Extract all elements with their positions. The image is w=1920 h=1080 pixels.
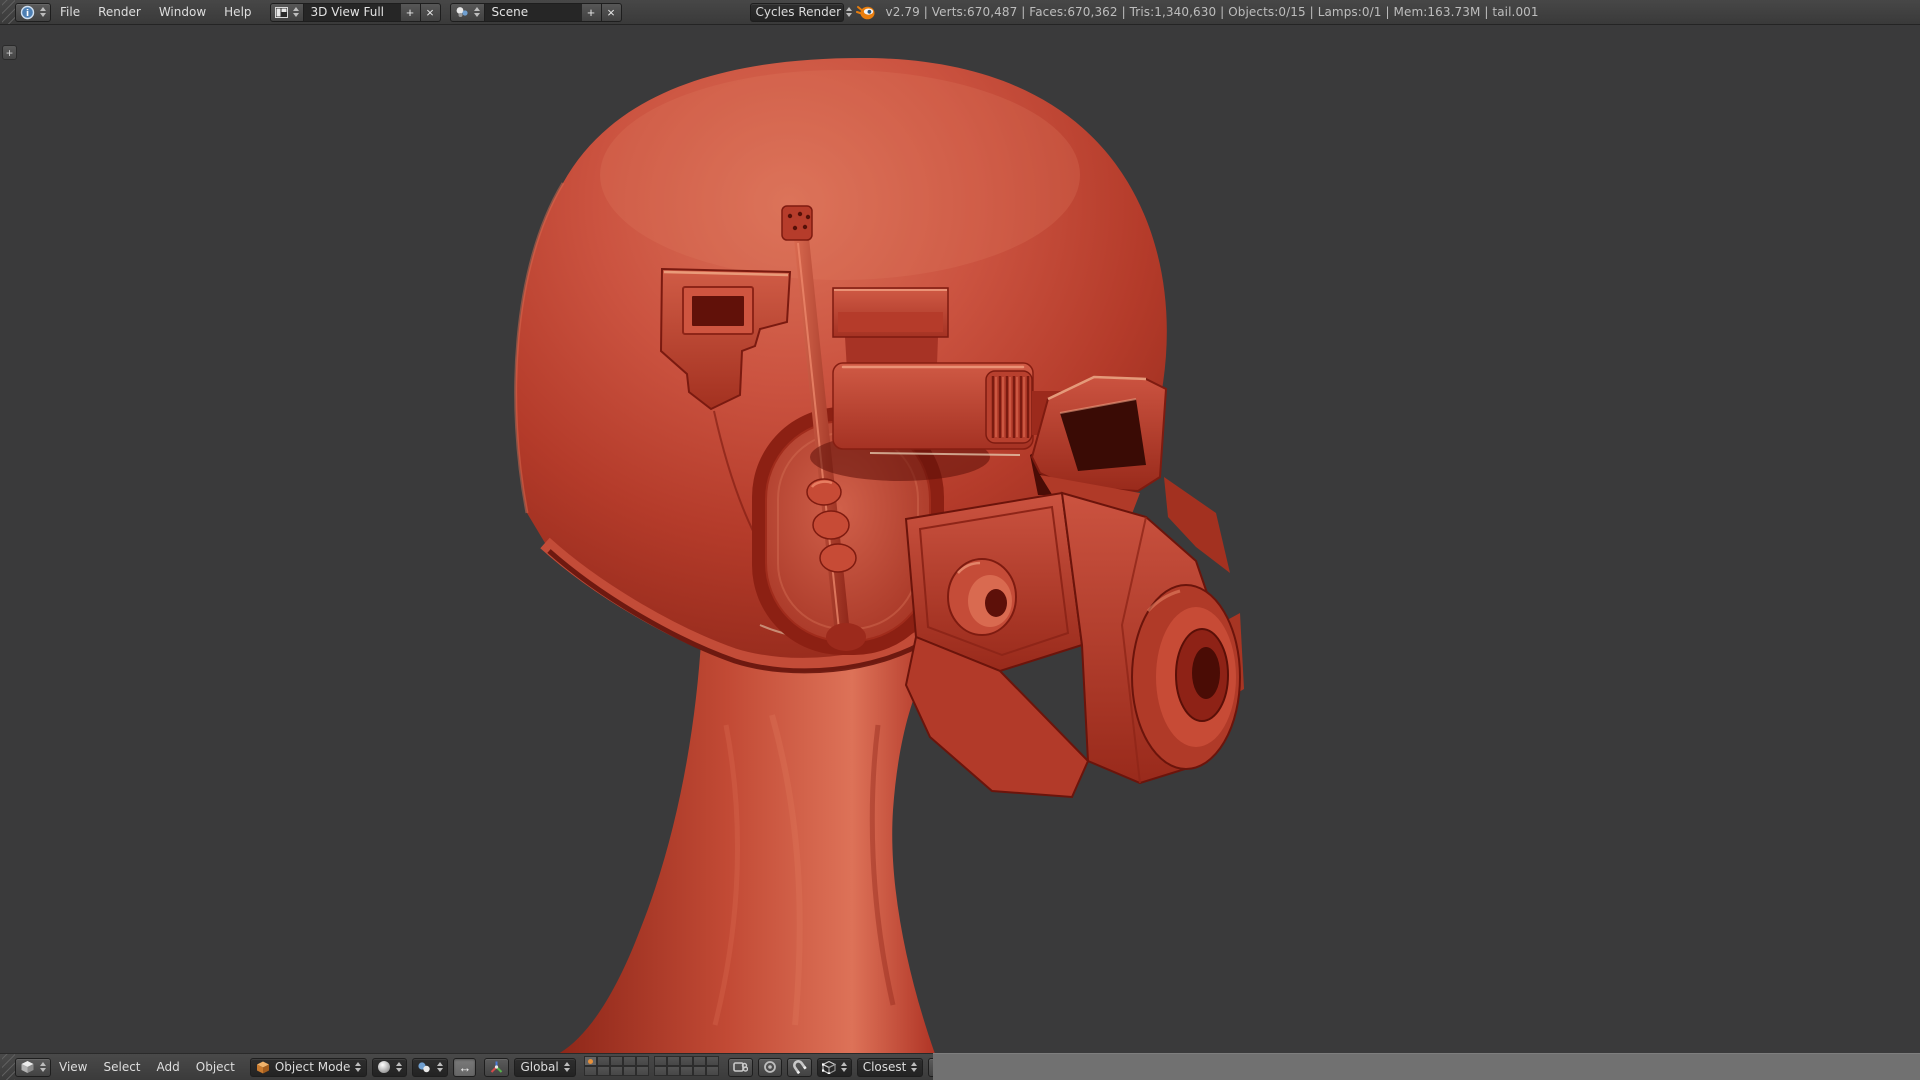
transform-orientation-dropdown[interactable]: Global (514, 1057, 576, 1077)
layer-toggle[interactable] (596, 1056, 610, 1066)
screen-layout-icon (274, 6, 288, 18)
region-expand-button[interactable]: + (2, 45, 17, 60)
model-3d-render[interactable] (0, 25, 1920, 1053)
editor-type-button-info[interactable]: i (15, 2, 51, 22)
viewport-header-bar: View Select Add Object Object Mode ↔ Glo… (0, 1053, 1920, 1080)
layer-toggle[interactable] (583, 1066, 597, 1076)
info-editor-icon: i (20, 5, 35, 19)
pivot-point-dropdown[interactable] (412, 1057, 449, 1077)
layer-toggle[interactable] (653, 1056, 667, 1066)
blender-window: i File Render Window Help 3D View Full + × (0, 0, 1920, 1080)
render-engine-dropdown[interactable]: Cycles Render (749, 2, 853, 22)
layout-add-button[interactable]: + (400, 2, 421, 22)
viewport-menu-item[interactable]: Select (95, 1054, 148, 1080)
scene-delete-button[interactable]: × (601, 2, 622, 22)
viewport-menu-item[interactable]: View (51, 1054, 95, 1080)
snap-target-value: Closest (862, 1060, 907, 1074)
layout-browse-button[interactable] (269, 2, 304, 22)
layer-toggle[interactable] (653, 1066, 667, 1076)
scene-statistics: v2.79 | Verts:670,487 | Faces:670,362 | … (885, 5, 1539, 19)
stepper-arrows (840, 1062, 847, 1072)
mode-dropdown[interactable]: Object Mode (249, 1057, 368, 1077)
layer-group (583, 1056, 650, 1077)
layer-group (653, 1056, 720, 1077)
header-empty-area (933, 1053, 1920, 1080)
layer-toggle[interactable] (679, 1066, 693, 1076)
blender-logo (855, 6, 875, 20)
translate-manipulator-button[interactable] (484, 1057, 510, 1077)
snap-element-cube-icon (821, 1060, 836, 1074)
layer-toggle[interactable] (609, 1066, 623, 1076)
layer-toggle[interactable] (666, 1066, 680, 1076)
snap-target-dropdown[interactable]: Closest (856, 1057, 924, 1077)
layer-toggle[interactable] (622, 1066, 636, 1076)
snap-toggle-button[interactable] (786, 1057, 812, 1077)
layer-toggle[interactable] (692, 1056, 706, 1066)
top-menu-item[interactable]: Help (215, 0, 260, 25)
info-editor-header: i File Render Window Help 3D View Full + × (0, 0, 1920, 25)
pivot-median-icon (418, 1061, 431, 1072)
object-mode-cube-icon (256, 1061, 269, 1073)
manipulator-widget-toggle[interactable]: ↔ (453, 1057, 477, 1077)
layer-toggle[interactable] (679, 1056, 693, 1066)
stepper-arrows (40, 1062, 46, 1072)
top-menu-item[interactable]: Window (150, 0, 215, 25)
viewport-menu-item[interactable]: Add (149, 1054, 188, 1080)
scene-add-button[interactable]: + (581, 2, 602, 22)
layout-delete-button[interactable]: × (420, 2, 441, 22)
layer-toggle[interactable] (705, 1066, 719, 1076)
shading-sphere-icon (378, 1061, 391, 1073)
scene-icon (456, 7, 468, 17)
proportional-edit-button[interactable] (757, 1057, 782, 1077)
scene-name-field[interactable]: Scene (484, 2, 582, 22)
layer-toggle[interactable] (666, 1056, 680, 1066)
viewport-3d[interactable]: + (0, 25, 1920, 1053)
snap-magnet-icon (792, 1060, 807, 1074)
viewport-header: View Select Add Object Object Mode ↔ Glo… (0, 1053, 1013, 1080)
cube-editor-icon (21, 1061, 34, 1073)
region-corner-grip[interactable] (2, 0, 15, 24)
scene-lock-icon (732, 1062, 748, 1072)
layer-toggle[interactable] (635, 1066, 649, 1076)
layer-toggle[interactable] (596, 1066, 610, 1076)
layer-toggle[interactable] (705, 1056, 719, 1066)
viewport-menubar: View Select Add Object (51, 1054, 243, 1080)
layer-toggle[interactable] (622, 1056, 636, 1066)
layer-toggle[interactable] (635, 1056, 649, 1066)
top-menubar: File Render Window Help (51, 0, 261, 25)
manipulator-arrows-icon: ↔ (458, 1059, 472, 1075)
region-corner-grip[interactable] (2, 1054, 15, 1080)
stepper-arrows (40, 7, 46, 17)
stepper-arrows (355, 1062, 362, 1072)
stepper-arrows (846, 7, 853, 17)
stepper-arrows (396, 1062, 403, 1072)
editor-type-button-3dview[interactable] (15, 1057, 51, 1077)
svg-text:i: i (26, 9, 29, 19)
stepper-arrows (473, 7, 480, 17)
orientation-value: Global (520, 1060, 559, 1074)
layer-toggle[interactable] (609, 1056, 623, 1066)
viewport-menu-item[interactable]: Object (188, 1054, 243, 1080)
stepper-arrows (563, 1062, 570, 1072)
lock-to-scene-button[interactable] (727, 1057, 753, 1077)
top-menu-item[interactable]: File (51, 0, 89, 25)
layer-toggle[interactable] (583, 1056, 597, 1066)
mode-value: Object Mode (274, 1060, 351, 1074)
viewport-shading-dropdown[interactable] (372, 1057, 408, 1077)
layer-toggle[interactable] (692, 1066, 706, 1076)
snap-element-dropdown[interactable] (816, 1057, 852, 1077)
layer-buttons (583, 1056, 720, 1077)
scene-browse-button[interactable] (449, 2, 485, 22)
scene-selector: Scene + × (449, 2, 622, 22)
stepper-arrows (437, 1062, 444, 1072)
screen-layout-selector: 3D View Full + × (269, 2, 441, 22)
stepper-arrows (911, 1062, 918, 1072)
render-engine-value: Cycles Render (755, 5, 842, 19)
top-menu-item[interactable]: Render (89, 0, 150, 25)
stepper-arrows (292, 7, 299, 17)
layout-name-field[interactable]: 3D View Full (303, 2, 401, 22)
proportional-edit-icon (763, 1061, 776, 1073)
axes-icon (491, 1061, 503, 1073)
